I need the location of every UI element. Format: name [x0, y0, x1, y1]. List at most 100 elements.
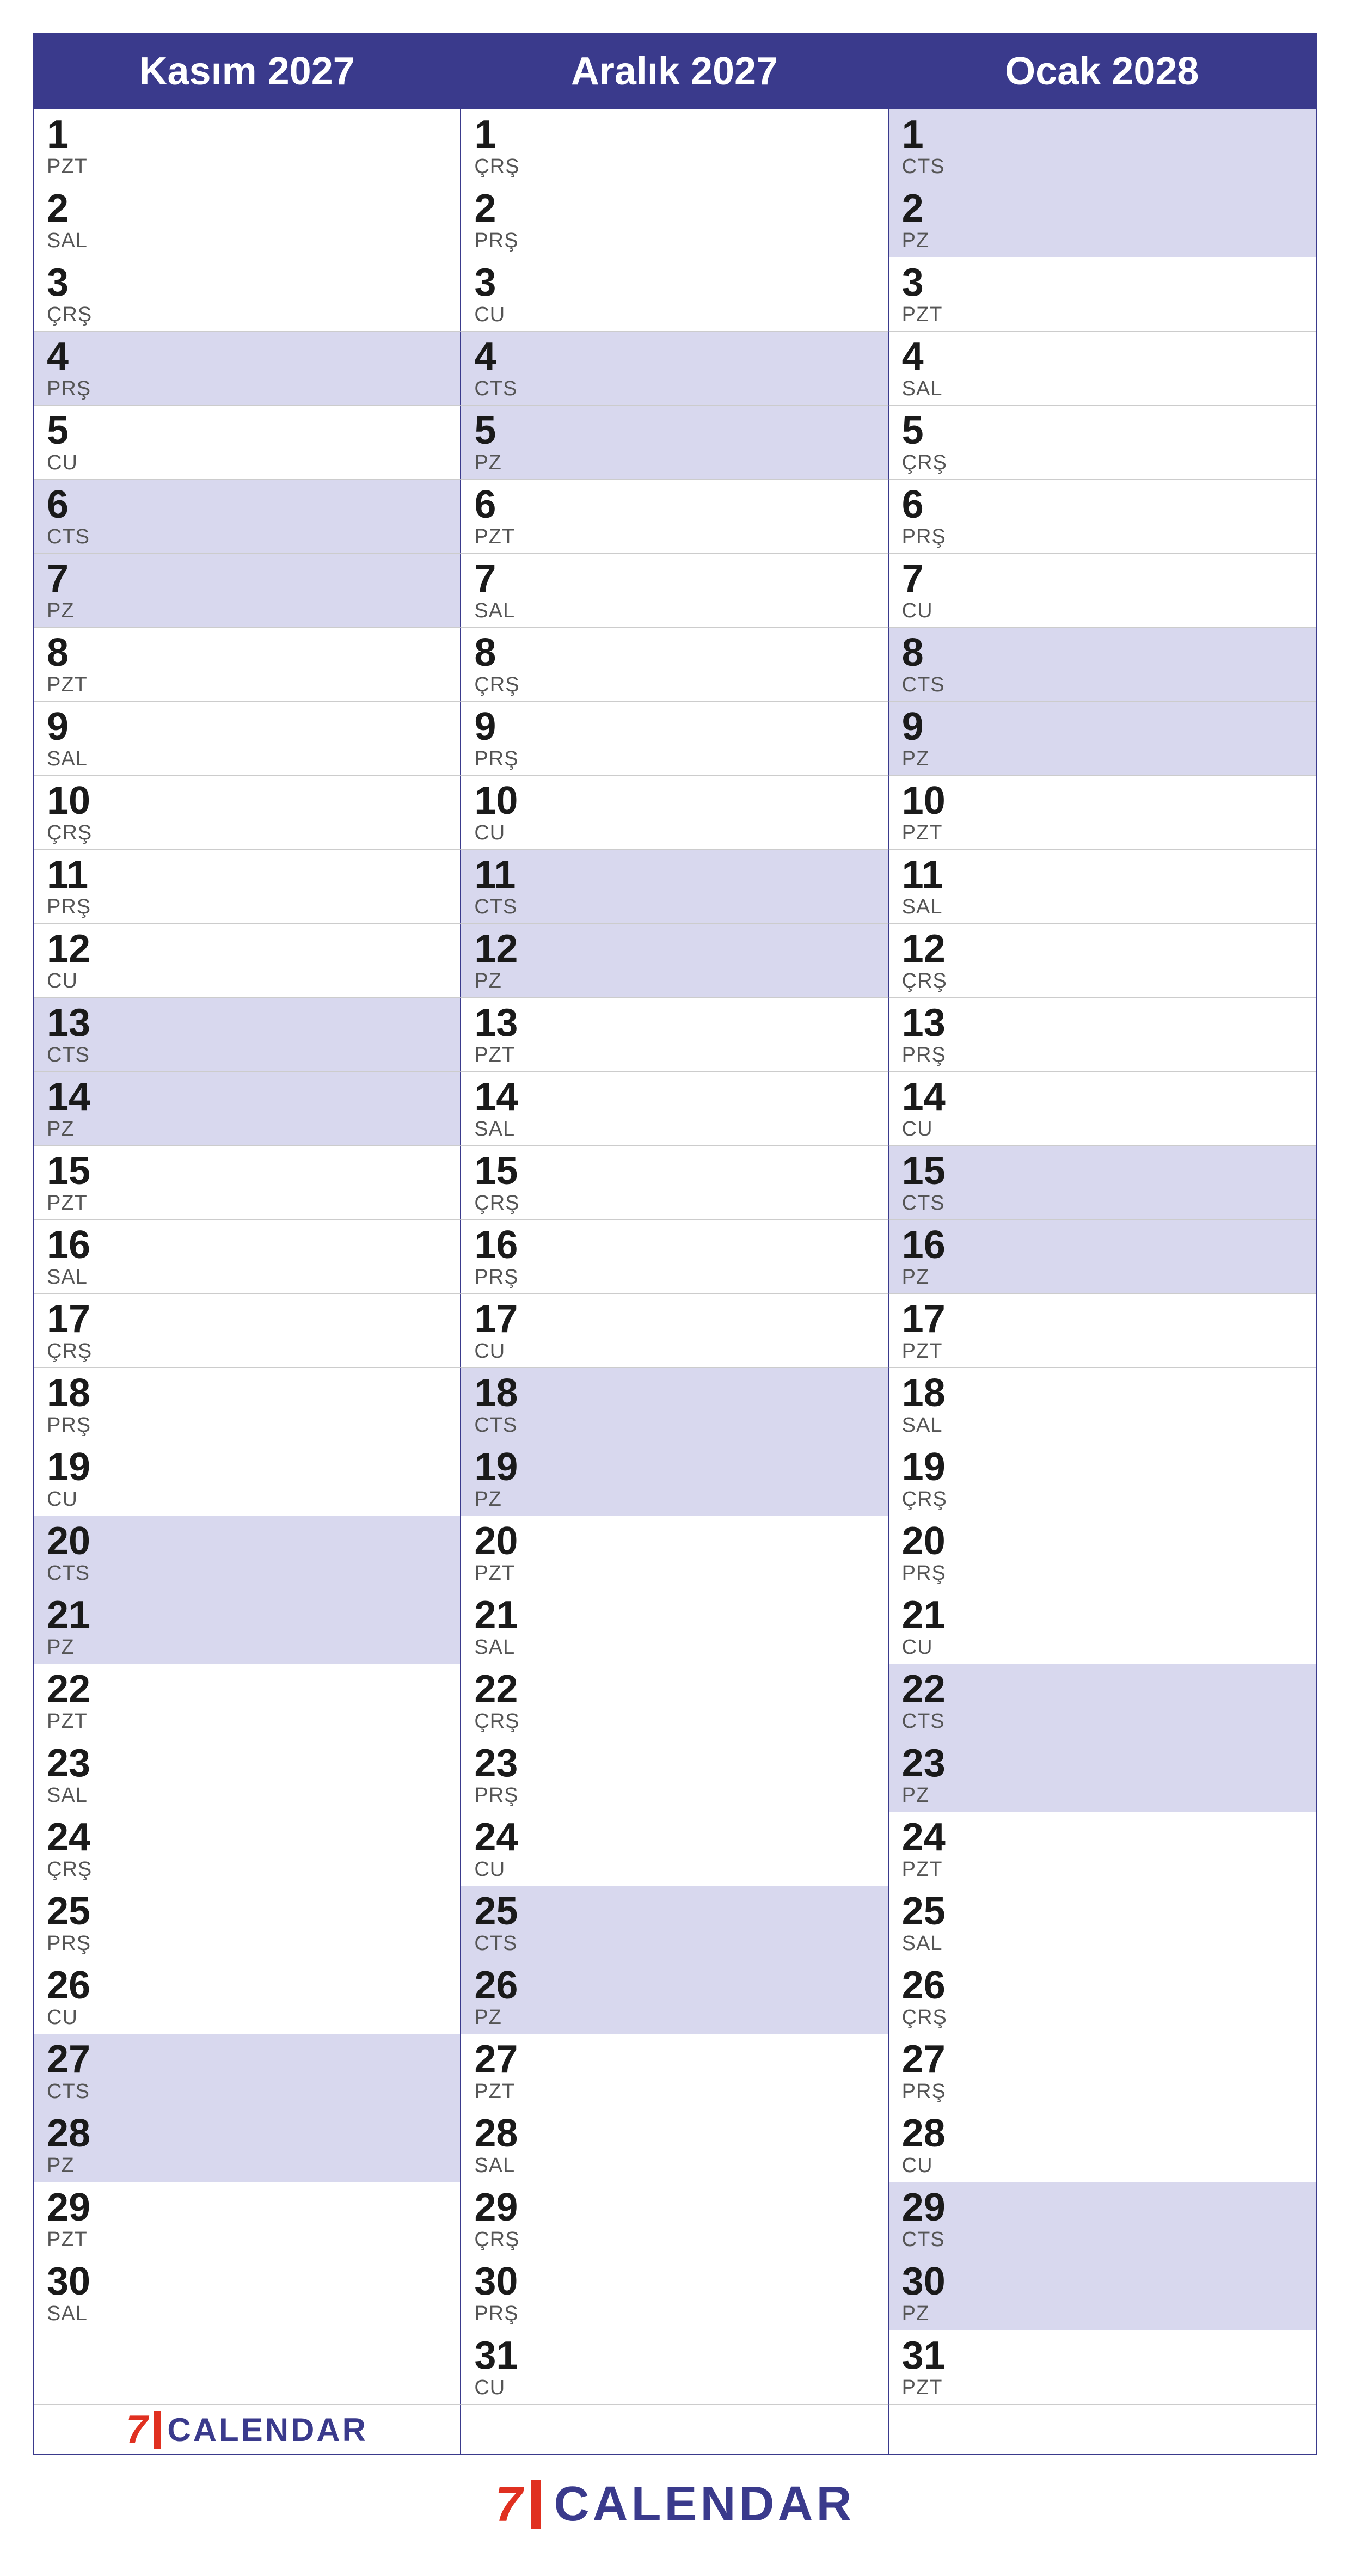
day-name: SAL — [474, 599, 874, 623]
day-cell-m1-d20: 21SAL — [461, 1590, 888, 1664]
day-cell-m1-d4: 5PZ — [461, 405, 888, 479]
month-header-0: Kasım 2027 — [34, 34, 461, 109]
day-name: PZ — [902, 2302, 1303, 2326]
day-cell-m0-d10: 11PRŞ — [34, 849, 461, 923]
day-number: 1 — [47, 115, 447, 154]
day-number: 13 — [902, 1003, 1303, 1042]
day-name: ÇRŞ — [902, 1488, 1303, 1511]
day-cell-m1-d24: 25CTS — [461, 1886, 888, 1960]
day-cell-m2-d24: 25SAL — [889, 1886, 1316, 1960]
day-name: PZ — [474, 970, 874, 993]
day-number: 22 — [47, 1670, 447, 1709]
day-name: ÇRŞ — [474, 673, 874, 697]
day-name: ÇRŞ — [902, 970, 1303, 993]
day-number: 29 — [474, 2188, 874, 2227]
day-cell-m0-d9: 10ÇRŞ — [34, 775, 461, 849]
day-name: SAL — [47, 1266, 447, 1289]
day-number: 20 — [47, 1522, 447, 1561]
day-cell-m1-d2: 3CU — [461, 257, 888, 331]
day-number: 30 — [47, 2262, 447, 2301]
day-name: CTS — [902, 155, 1303, 179]
day-cell-m0-d11: 12CU — [34, 923, 461, 997]
day-cell-m2-d0: 1CTS — [889, 109, 1316, 183]
day-number: 27 — [902, 2040, 1303, 2079]
day-name: CTS — [474, 377, 874, 401]
day-number: 21 — [474, 1596, 874, 1635]
day-cell-m2-d20: 21CU — [889, 1590, 1316, 1664]
day-cell-m0-d1: 2SAL — [34, 183, 461, 257]
day-cell-m2-d16: 17PZT — [889, 1293, 1316, 1367]
day-cell-m2-d31 — [889, 2404, 1316, 2454]
day-cell-m0-d29: 30SAL — [34, 2256, 461, 2330]
day-number: 16 — [47, 1225, 447, 1265]
day-number: 6 — [474, 485, 874, 524]
day-name: PZT — [47, 155, 447, 179]
day-number: 24 — [47, 1818, 447, 1857]
day-cell-m2-d27: 28CU — [889, 2108, 1316, 2182]
day-number: 3 — [474, 263, 874, 302]
day-name: PZT — [474, 1562, 874, 1585]
day-cell-m0-d23: 24ÇRŞ — [34, 1812, 461, 1886]
day-number: 5 — [902, 411, 1303, 450]
day-cell-m1-d28: 29ÇRŞ — [461, 2182, 888, 2256]
day-name: ÇRŞ — [474, 1710, 874, 1733]
day-number: 24 — [902, 1818, 1303, 1857]
day-cell-m1-d15: 16PRŞ — [461, 1219, 888, 1293]
day-number: 9 — [902, 707, 1303, 746]
day-number: 27 — [47, 2040, 447, 2079]
day-number: 11 — [474, 855, 874, 894]
day-number: 2 — [902, 189, 1303, 228]
day-cell-m1-d0: 1ÇRŞ — [461, 109, 888, 183]
day-name: CTS — [47, 2080, 447, 2103]
day-cell-m1-d7: 8ÇRŞ — [461, 627, 888, 701]
day-name: PZ — [474, 1488, 874, 1511]
day-number: 14 — [902, 1077, 1303, 1117]
day-name: ÇRŞ — [474, 155, 874, 179]
day-cell-m1-d26: 27PZT — [461, 2034, 888, 2108]
day-number: 26 — [474, 1966, 874, 2005]
day-number: 28 — [474, 2114, 874, 2153]
day-name: SAL — [474, 1636, 874, 1659]
day-cell-m0-d14: 15PZT — [34, 1145, 461, 1219]
day-number: 3 — [902, 263, 1303, 302]
day-number: 23 — [902, 1744, 1303, 1783]
day-name: PZ — [474, 2006, 874, 2029]
day-cell-m0-d0: 1PZT — [34, 109, 461, 183]
day-cell-m1-d10: 11CTS — [461, 849, 888, 923]
day-name: CTS — [902, 1192, 1303, 1215]
day-name: PZ — [47, 599, 447, 623]
day-name: SAL — [474, 1118, 874, 1141]
day-cell-m2-d4: 5ÇRŞ — [889, 405, 1316, 479]
day-name: PZT — [474, 1044, 874, 1067]
day-cell-m1-d13: 14SAL — [461, 1071, 888, 1145]
footer: 7 CALENDAR — [33, 2476, 1317, 2532]
day-number: 10 — [902, 781, 1303, 820]
day-number: 7 — [902, 559, 1303, 598]
day-cell-m0-d21: 22PZT — [34, 1664, 461, 1738]
day-cell-m2-d9: 10PZT — [889, 775, 1316, 849]
day-cell-m2-d2: 3PZT — [889, 257, 1316, 331]
day-number: 18 — [47, 1373, 447, 1413]
day-name: SAL — [474, 2154, 874, 2178]
day-cell-m1-d27: 28SAL — [461, 2108, 888, 2182]
day-cell-m2-d13: 14CU — [889, 1071, 1316, 1145]
day-cell-m2-d30: 31PZT — [889, 2330, 1316, 2404]
day-cell-m1-d22: 23PRŞ — [461, 1738, 888, 1812]
day-cell-m2-d11: 12ÇRŞ — [889, 923, 1316, 997]
day-name: PZ — [902, 1266, 1303, 1289]
day-name: CU — [474, 1340, 874, 1363]
day-number: 7 — [474, 559, 874, 598]
day-number: 15 — [902, 1151, 1303, 1191]
day-name: PZT — [902, 303, 1303, 327]
day-name: PRŞ — [474, 2302, 874, 2326]
day-number: 14 — [47, 1077, 447, 1117]
day-cell-m0-d24: 25PRŞ — [34, 1886, 461, 1960]
day-number: 22 — [902, 1670, 1303, 1709]
day-cell-m0-d16: 17ÇRŞ — [34, 1293, 461, 1367]
day-number: 19 — [902, 1448, 1303, 1487]
day-number: 27 — [474, 2040, 874, 2079]
day-name: SAL — [47, 229, 447, 253]
day-name: PRŞ — [902, 525, 1303, 549]
day-cell-m0-d17: 18PRŞ — [34, 1367, 461, 1442]
day-name: ÇRŞ — [474, 2228, 874, 2252]
